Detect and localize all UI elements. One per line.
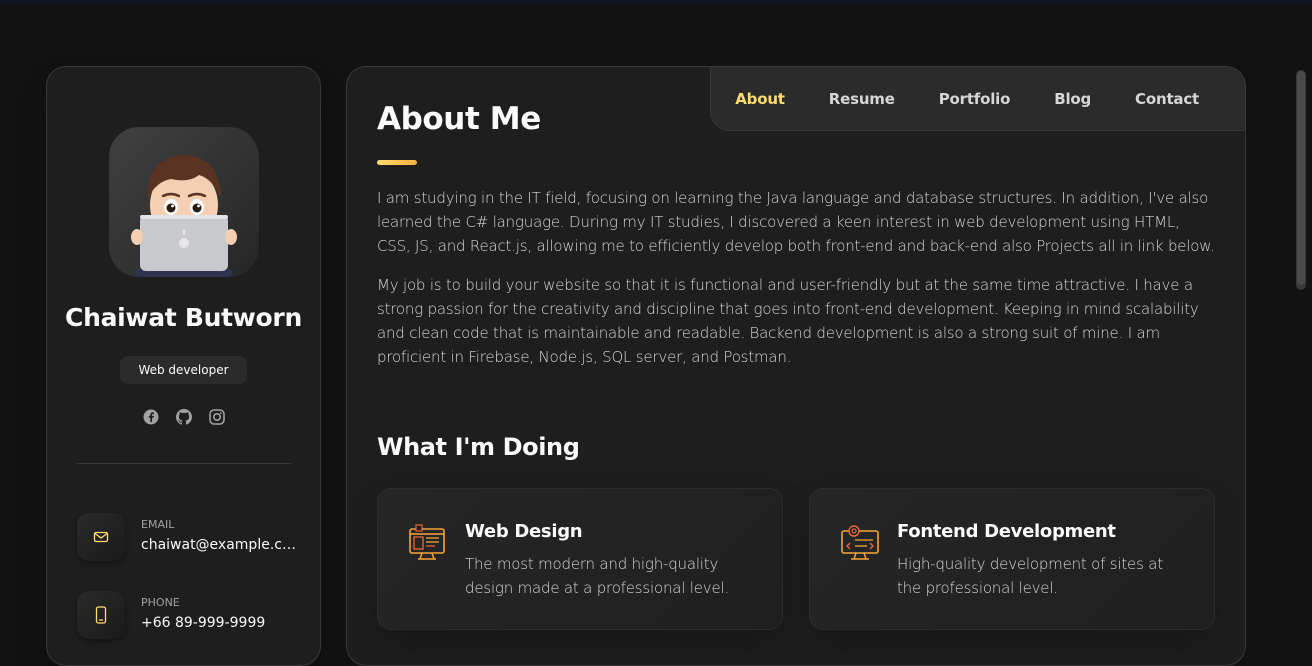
contact-item-email: Email chaiwat@example.com: [77, 513, 307, 561]
instagram-icon[interactable]: [208, 409, 225, 425]
frontend-development-icon: [840, 523, 880, 563]
scrollbar-thumb[interactable]: [1297, 71, 1305, 285]
contact-label-phone: Phone: [141, 596, 180, 609]
service-card-frontend-development: Fontend Development High-quality develop…: [809, 488, 1215, 630]
service-text: High-quality development of sites at the…: [897, 555, 1163, 597]
nav-link-portfolio[interactable]: Portfolio: [939, 90, 1011, 108]
services-title: What I'm Doing: [377, 433, 580, 461]
nav-link-resume[interactable]: Resume: [829, 90, 895, 108]
mail-icon: [77, 513, 125, 561]
browser-top-strip: [0, 0, 1312, 4]
phone-icon: [77, 591, 125, 639]
contact-value-email[interactable]: chaiwat@example.com: [141, 537, 296, 553]
page-title: About Me: [377, 101, 541, 137]
profile-title-badge: Web developer: [120, 356, 247, 384]
about-paragraph: My job is to build your website so that …: [377, 276, 1199, 366]
contact-label-email: Email: [141, 518, 175, 531]
service-title: Fontend Development: [897, 521, 1116, 542]
nav-link-blog[interactable]: Blog: [1054, 90, 1091, 108]
web-design-icon: [408, 523, 448, 563]
social-links: [47, 409, 320, 425]
service-card-web-design: Web Design The most modern and high-qual…: [377, 488, 783, 630]
contact-item-phone: Phone +66 89-999-9999: [77, 591, 307, 639]
service-title: Web Design: [465, 521, 583, 542]
profile-name: Chaiwat Butworn: [65, 303, 302, 332]
title-underline: [377, 160, 417, 165]
nav-link-contact[interactable]: Contact: [1135, 90, 1199, 108]
github-icon[interactable]: [175, 409, 192, 425]
about-text: I am studying in the IT field, focusing …: [377, 186, 1217, 369]
sidebar-separator: [77, 463, 291, 464]
main-content: About Resume Portfolio Blog Contact Abou…: [346, 66, 1246, 666]
about-paragraph: I am studying in the IT field, focusing …: [377, 189, 1215, 255]
contact-value-phone[interactable]: +66 89-999-9999: [141, 615, 296, 631]
nav-link-about[interactable]: About: [735, 90, 785, 108]
memoji-avatar-icon: [131, 155, 237, 277]
facebook-icon[interactable]: [143, 409, 159, 425]
top-navbar: About Resume Portfolio Blog Contact: [710, 67, 1245, 131]
avatar: [109, 127, 259, 277]
profile-sidebar: Chaiwat Butworn Web developer EMAIL chai…: [46, 66, 321, 666]
service-text: The most modern and high-quality design …: [465, 555, 730, 597]
